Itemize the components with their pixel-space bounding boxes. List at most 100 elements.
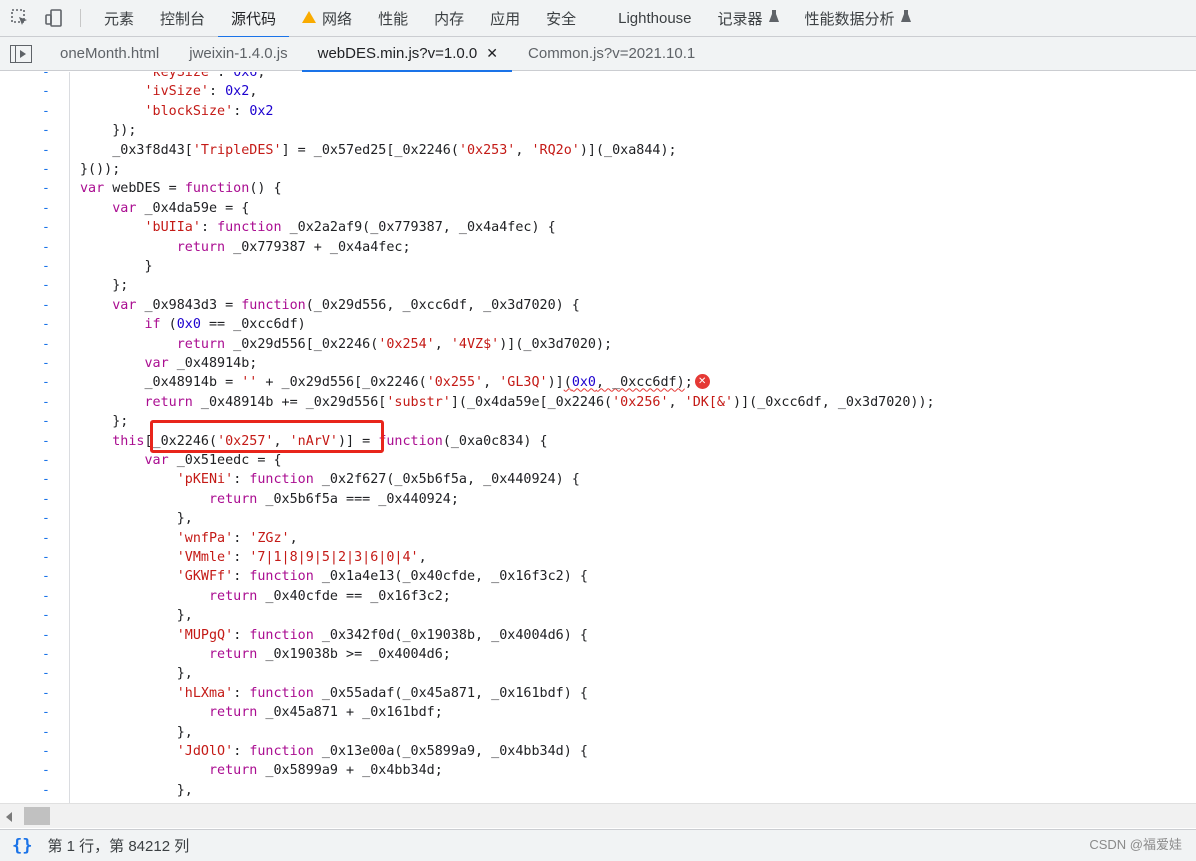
gutter-marker[interactable]: -	[0, 393, 70, 412]
gutter-marker[interactable]: -	[0, 199, 70, 218]
code-line: return _0x5b6f5a === _0x440924;	[209, 491, 459, 507]
gutter-marker[interactable]: -	[0, 529, 70, 548]
scrollbar-thumb[interactable]	[24, 807, 50, 825]
panel-tab-4[interactable]: 性能	[365, 0, 421, 37]
panel-tab-1[interactable]: 控制台	[147, 0, 218, 37]
gutter-marker[interactable]: -	[0, 238, 70, 257]
error-icon[interactable]: ✕	[694, 373, 710, 389]
gutter-marker[interactable]: -	[0, 276, 70, 295]
code-line: },	[80, 782, 193, 798]
gutter-marker[interactable]: -	[0, 160, 70, 179]
gutter-marker[interactable]: -	[0, 121, 70, 140]
gutter-marker[interactable]: -	[0, 373, 70, 392]
gutter-marker[interactable]: -	[0, 742, 70, 761]
code-line: var _0x4da59e = {	[112, 200, 250, 216]
gutter-marker[interactable]: -	[0, 102, 70, 121]
panel-tab-7[interactable]: 安全	[533, 0, 589, 37]
scroll-left-arrow-icon[interactable]	[6, 812, 12, 822]
code-line: };	[80, 278, 129, 294]
file-tab-0[interactable]: oneMonth.html	[44, 37, 173, 71]
gutter-marker[interactable]: -	[0, 723, 70, 742]
code-line: return _0x29d556[_0x2246('0x254', '4VZ$'…	[176, 336, 613, 352]
code-line: return _0x5899a9 + _0x4bb34d;	[209, 763, 443, 779]
code-line: }());	[80, 162, 121, 177]
gutter-marker[interactable]: -	[0, 703, 70, 722]
panel-tab-8[interactable]: Lighthouse	[605, 0, 704, 37]
gutter-marker[interactable]: -	[0, 354, 70, 373]
code-line: }	[80, 259, 153, 274]
gutter-marker[interactable]: -	[0, 509, 70, 528]
code-line: },	[80, 666, 193, 682]
code-line: if (0x0 == _0xcc6df)	[144, 317, 306, 333]
file-tab-label: jweixin-1.4.0.js	[189, 45, 288, 62]
code-line: 'blockSize': 0x2	[144, 103, 274, 119]
panel-tab-0[interactable]: 元素	[91, 0, 147, 37]
gutter-marker[interactable]: -	[0, 218, 70, 237]
code-line: var _0x9843d3 = function(_0x29d556, _0xc…	[112, 297, 580, 313]
panel-tab-3[interactable]: 网络	[289, 0, 365, 37]
code-line: return _0x40cfde == _0x16f3c2;	[209, 588, 451, 604]
device-toggle-icon[interactable]	[40, 4, 68, 32]
line-gutter: ---------------------------------------	[0, 72, 70, 803]
file-tab-3[interactable]: Common.js?v=2021.10.1	[512, 37, 709, 71]
panel-tab-6[interactable]: 应用	[477, 0, 533, 37]
code-line: var _0x48914b;	[144, 356, 258, 371]
flask-icon	[768, 10, 779, 26]
gutter-marker[interactable]: -	[0, 257, 70, 276]
gutter-marker[interactable]: -	[0, 761, 70, 780]
gutter-marker[interactable]: -	[0, 72, 70, 82]
flask-icon	[900, 10, 911, 26]
code-line: 'JdOlO': function _0x13e00a(_0x5899a9, _…	[176, 744, 588, 759]
code-line: },	[80, 724, 193, 740]
code-editor[interactable]: --------------------------------------- …	[0, 72, 1196, 803]
gutter-marker[interactable]: -	[0, 548, 70, 567]
file-tab-label: Common.js?v=2021.10.1	[528, 45, 696, 62]
gutter-marker[interactable]: -	[0, 412, 70, 431]
cursor-position: 第 1 行，第 84212 列	[47, 838, 190, 855]
gutter-marker[interactable]: -	[0, 315, 70, 334]
gutter-marker[interactable]: -	[0, 490, 70, 509]
gutter-marker[interactable]: -	[0, 335, 70, 354]
panel-tab-label: 控制台	[160, 10, 206, 28]
panel-tab-label: 性能数据分析	[804, 10, 895, 28]
panel-tab-9[interactable]: 记录器	[705, 0, 792, 37]
gutter-marker[interactable]: -	[0, 626, 70, 645]
panel-tab-label: 网络	[322, 10, 353, 28]
gutter-marker[interactable]: -	[0, 451, 70, 470]
toggle-navigator-icon[interactable]	[10, 44, 32, 63]
code-line: 'wnfPa': 'ZGz',	[176, 530, 298, 546]
gutter-marker[interactable]: -	[0, 606, 70, 625]
pretty-print-braces-icon[interactable]: {}	[12, 836, 32, 856]
gutter-marker[interactable]: -	[0, 179, 70, 198]
gutter-marker[interactable]: -	[0, 587, 70, 606]
gutter-marker[interactable]: -	[0, 82, 70, 101]
code-line: _0x48914b = '' + _0x29d556[_0x2246('0x25…	[80, 373, 710, 392]
file-tab-1[interactable]: jweixin-1.4.0.js	[173, 37, 301, 71]
panel-tab-2[interactable]: 源代码	[218, 0, 290, 38]
file-tabs-bar: oneMonth.html jweixin-1.4.0.js webDES.min.…	[0, 37, 1196, 72]
horizontal-scrollbar[interactable]	[0, 803, 1196, 828]
close-tab-icon[interactable]: ✕	[486, 45, 498, 62]
gutter-marker[interactable]: -	[0, 470, 70, 489]
panel-tab-10[interactable]: 性能数据分析	[792, 0, 924, 37]
gutter-marker[interactable]: -	[0, 684, 70, 703]
panel-tab-label: Lighthouse	[618, 9, 692, 27]
gutter-marker[interactable]: -	[0, 664, 70, 683]
inspect-element-icon[interactable]	[6, 4, 34, 32]
file-tab-2[interactable]: webDES.min.js?v=1.0.0 ✕	[301, 37, 513, 72]
gutter-marker[interactable]: -	[0, 432, 70, 451]
panel-tab-label: 记录器	[717, 10, 763, 28]
code-line: 'MUPgQ': function _0x342f0d(_0x19038b, _…	[176, 627, 588, 643]
file-tab-list: oneMonth.html jweixin-1.4.0.js webDES.min.…	[44, 37, 709, 72]
panel-tab-label: 性能	[378, 10, 409, 28]
gutter-marker[interactable]: -	[0, 781, 70, 800]
gutter-marker[interactable]: -	[0, 141, 70, 160]
code-line: },	[80, 511, 193, 527]
gutter-marker[interactable]: -	[0, 296, 70, 315]
panel-tab-5[interactable]: 内存	[421, 0, 477, 37]
code-line: var webDES = function() {	[80, 181, 282, 197]
code-line: });	[80, 123, 137, 139]
gutter-marker[interactable]: -	[0, 645, 70, 664]
code-line: return _0x45a871 + _0x161bdf;	[209, 705, 443, 721]
gutter-marker[interactable]: -	[0, 567, 70, 586]
